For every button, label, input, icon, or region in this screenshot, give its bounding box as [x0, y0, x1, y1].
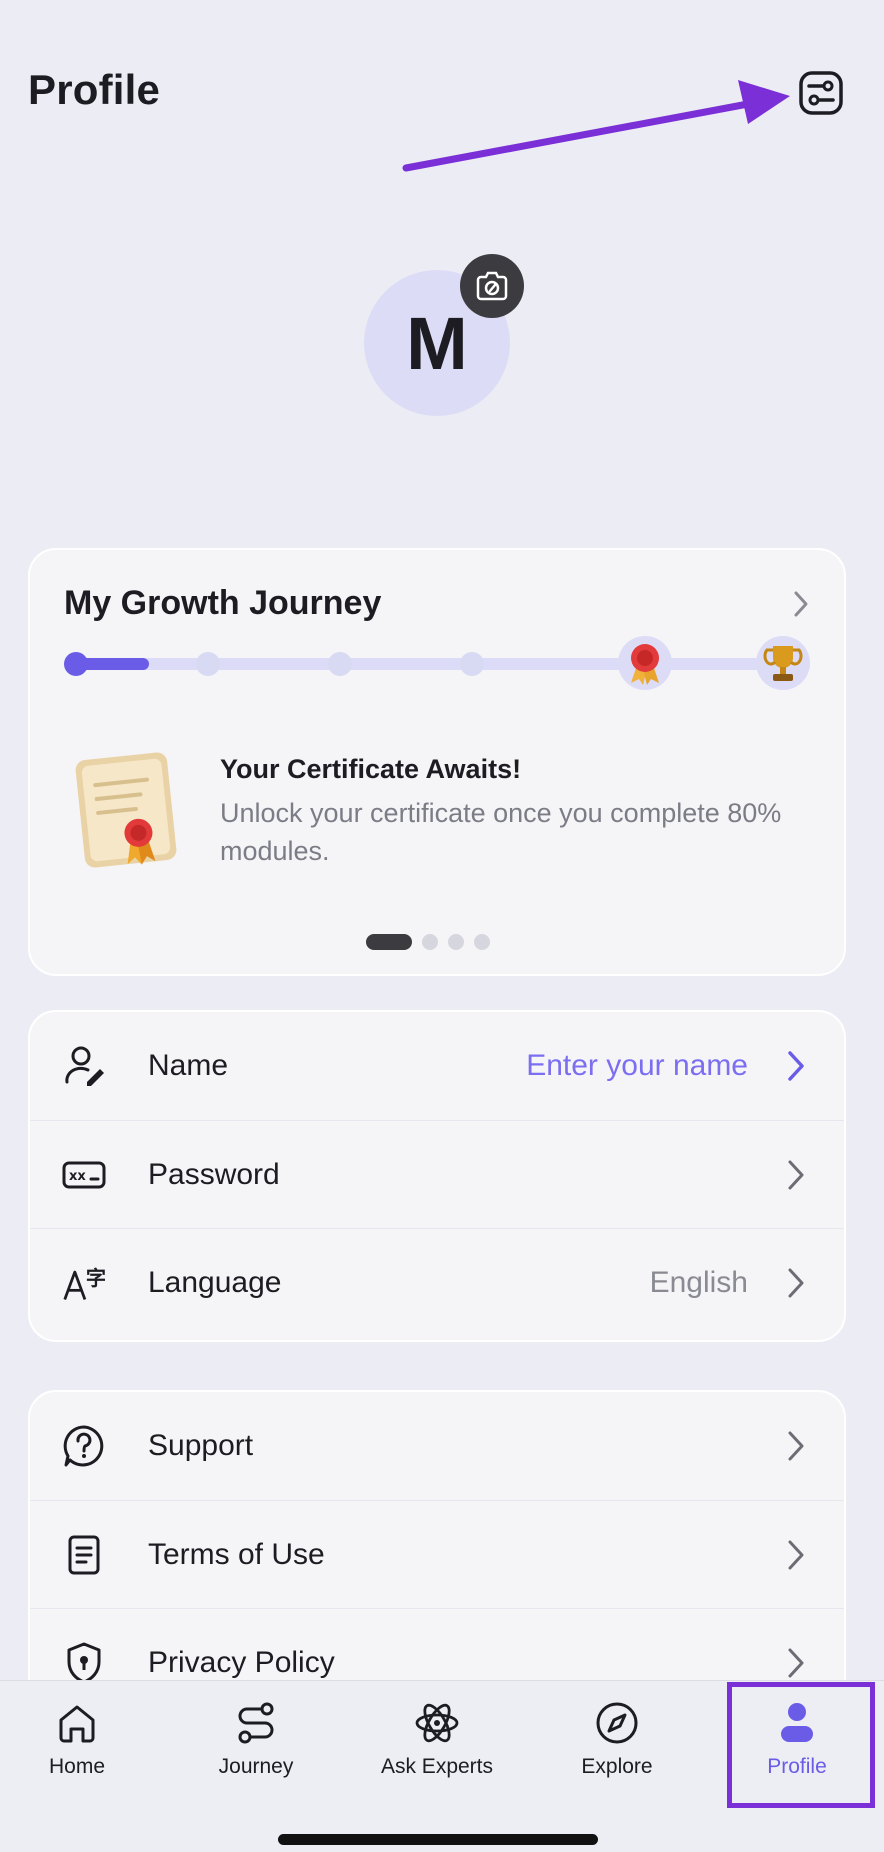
chevron-right-icon[interactable] — [786, 1159, 806, 1191]
chevron-right-icon[interactable] — [786, 1267, 806, 1299]
settings-button[interactable] — [796, 68, 846, 118]
svg-text:xx: xx — [69, 1169, 86, 1184]
milestone-node — [64, 652, 88, 676]
growth-journey-title: My Growth Journey — [64, 584, 382, 622]
tab-label: Profile — [767, 1755, 827, 1778]
growth-journey-card[interactable]: My Growth Journey Your Certificate Await… — [28, 548, 846, 976]
tab-journey[interactable]: Journey — [181, 1699, 331, 1779]
password-label: Password — [148, 1157, 280, 1191]
tab-label: Explore — [581, 1755, 653, 1778]
name-row[interactable]: Name Enter your name — [30, 1012, 844, 1120]
terms-of-use-row[interactable]: Terms of Use — [30, 1500, 844, 1608]
password-row[interactable]: xx Password — [30, 1120, 844, 1228]
user-icon — [781, 1703, 813, 1742]
support-label: Support — [148, 1429, 254, 1462]
milestone-node — [460, 652, 484, 676]
translate-icon: 字 — [63, 1265, 106, 1300]
tab-label: Journey — [218, 1755, 294, 1778]
settings-sliders-icon — [799, 71, 843, 115]
page-title: Profile — [28, 66, 161, 113]
account-settings-card: Name Enter your name xx Password 字 Langu… — [28, 1010, 846, 1342]
certificate-title: Your Certificate Awaits! — [220, 754, 522, 784]
name-value[interactable]: Enter your name — [526, 1049, 748, 1083]
tab-label: Home — [48, 1755, 106, 1778]
document-icon — [68, 1535, 100, 1574]
tab-label: Ask Experts — [380, 1755, 494, 1778]
support-row[interactable]: Support — [30, 1392, 844, 1500]
trophy-icon — [756, 636, 810, 690]
home-icon — [59, 1705, 95, 1743]
language-row[interactable]: 字 Language English — [30, 1228, 844, 1336]
home-indicator — [278, 1834, 598, 1845]
help-circle-icon — [63, 1425, 104, 1467]
chevron-right-icon[interactable] — [786, 1050, 806, 1082]
chevron-right-icon[interactable] — [786, 1539, 806, 1571]
carousel-dot-active[interactable] — [366, 934, 412, 950]
tab-ask-experts[interactable]: Ask Experts — [362, 1699, 512, 1779]
password-icon: xx — [62, 1161, 106, 1188]
language-label: Language — [148, 1265, 282, 1299]
carousel-dot[interactable] — [448, 934, 464, 950]
atom-icon — [415, 1703, 459, 1743]
tab-explore[interactable]: Explore — [542, 1699, 692, 1779]
tab-home[interactable]: Home — [2, 1699, 152, 1779]
carousel-dot[interactable] — [474, 934, 490, 950]
avatar-section: M — [364, 254, 524, 416]
carousel-dot[interactable] — [422, 934, 438, 950]
chevron-right-icon[interactable] — [786, 1647, 806, 1679]
svg-text:字: 字 — [86, 1265, 106, 1289]
progress-track — [76, 658, 806, 670]
carousel-indicator[interactable] — [366, 934, 490, 950]
chevron-right-icon[interactable] — [792, 590, 810, 618]
name-label: Name — [148, 1049, 229, 1082]
shield-lock-icon — [67, 1642, 101, 1683]
chevron-right-icon[interactable] — [786, 1430, 806, 1462]
tab-profile[interactable]: Profile — [722, 1699, 872, 1779]
privacy-policy-label: Privacy Policy — [148, 1645, 335, 1679]
certificate-icon — [75, 752, 177, 868]
route-icon — [238, 1702, 274, 1744]
milestone-node — [196, 652, 220, 676]
language-value: English — [649, 1265, 748, 1299]
milestone-node — [328, 652, 352, 676]
terms-of-use-label: Terms of Use — [148, 1537, 325, 1571]
certificate-description: Unlock your certificate once you complet… — [220, 798, 782, 866]
user-edit-icon — [65, 1046, 104, 1086]
ribbon-medal-icon — [618, 636, 672, 690]
change-photo-button[interactable] — [460, 254, 524, 318]
bottom-tab-bar: Home Journey Ask Experts Explore Profile — [0, 1680, 884, 1852]
compass-icon — [596, 1702, 638, 1744]
camera-edit-icon — [476, 271, 508, 301]
